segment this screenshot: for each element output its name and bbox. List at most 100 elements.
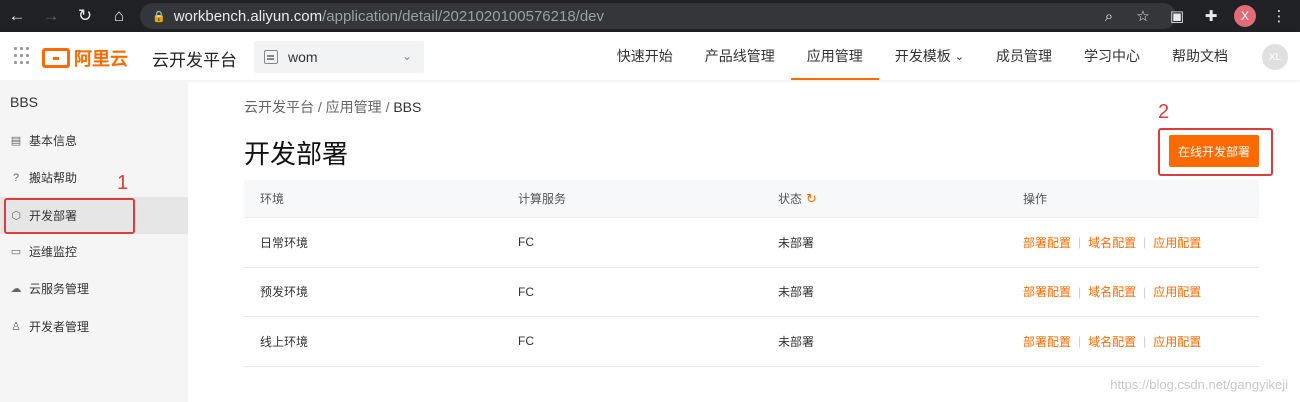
nav-app-management[interactable]: 应用管理 <box>790 32 879 80</box>
sidebar-item-ops-monitor[interactable]: ▭ 运维监控 <box>0 233 188 270</box>
action-separator: | <box>1143 284 1147 299</box>
browser-toolbar: ← → ↻ ⌂ 🔒 workbench.aliyun.com/applicati… <box>0 0 1300 32</box>
nav-dev-templates-label: 开发模板 <box>894 48 951 64</box>
table-row: 日常环境 FC 未部署 部署配置 | 域名配置 | 应用配置 <box>244 218 1259 268</box>
annotation-number-2: 2 <box>1158 101 1170 123</box>
user-avatar[interactable]: XL <box>1262 44 1288 70</box>
sidebar-item-label: 运维监控 <box>29 245 78 259</box>
nav-help-docs[interactable]: 帮助文档 <box>1156 32 1244 80</box>
help-circle-icon: ? <box>12 171 20 184</box>
deploy-config-link[interactable]: 部署配置 <box>1023 333 1071 350</box>
breadcrumb-item[interactable]: 云开发平台 <box>244 99 314 115</box>
nav-product-line[interactable]: 产品线管理 <box>689 32 791 80</box>
lock-icon: 🔒 <box>152 10 166 23</box>
table-header: 环境 计算服务 状态 ↻ 操作 <box>244 180 1259 218</box>
sidebar-item-label: 基本信息 <box>29 134 78 148</box>
domain-config-link[interactable]: 域名配置 <box>1088 283 1136 300</box>
sidebar-item-developers[interactable]: ♙ 开发者管理 <box>0 308 188 345</box>
cloud-icon: ☁ <box>10 283 22 295</box>
deploy-config-link[interactable]: 部署配置 <box>1023 234 1071 251</box>
url-text: workbench.aliyun.com/application/detail/… <box>173 7 605 25</box>
header-actions: 操作 <box>1023 192 1048 206</box>
document-icon: ▤ <box>10 135 22 147</box>
sidebar-item-cloud-services[interactable]: ☁ 云服务管理 <box>0 270 188 307</box>
cell-env: 预发环境 <box>260 285 309 300</box>
cell-env: 线上环境 <box>260 334 309 349</box>
sidebar-app-title: BBS <box>10 94 39 110</box>
cell-status: 未部署 <box>778 334 815 349</box>
chevron-down-icon: ⌄ <box>401 49 412 63</box>
table-row: 预发环境 FC 未部署 部署配置 | 域名配置 | 应用配置 <box>244 268 1259 317</box>
app-config-link[interactable]: 应用配置 <box>1153 234 1201 251</box>
annotation-box-1 <box>4 198 135 234</box>
breadcrumb-separator: / <box>317 99 322 115</box>
deploy-config-link[interactable]: 部署配置 <box>1023 283 1071 300</box>
logo-text: 阿里云 <box>74 49 128 69</box>
action-separator: | <box>1143 334 1147 349</box>
home-icon[interactable]: ⌂ <box>108 5 130 27</box>
online-dev-deploy-button[interactable]: 在线开发部署 <box>1169 135 1259 167</box>
bookmark-star-icon[interactable]: ☆ <box>1132 5 1154 27</box>
cell-status: 未部署 <box>778 285 815 300</box>
sidebar: BBS ▤ 基本信息 ? 搬站帮助 ⬡ 开发部署 ▭ 运维监控 ☁ 云服务管理 … <box>0 80 188 402</box>
breadcrumb: 云开发平台 / 应用管理 / BBS <box>244 97 421 117</box>
workspace-select[interactable]: wom ⌄ <box>254 41 424 73</box>
cell-service: FC <box>518 235 534 250</box>
nav-dev-templates[interactable]: 开发模板 ⌄ <box>879 32 980 80</box>
action-separator: | <box>1078 235 1082 250</box>
table-row: 线上环境 FC 未部署 部署配置 | 域名配置 | 应用配置 <box>244 317 1259 367</box>
action-separator: | <box>1078 334 1082 349</box>
sidebar-item-basic-info[interactable]: ▤ 基本信息 <box>0 122 188 159</box>
header-status-label: 状态 <box>778 192 803 206</box>
domain-config-link[interactable]: 域名配置 <box>1088 234 1136 251</box>
forward-arrow-icon[interactable]: → <box>40 5 62 27</box>
cell-service: FC <box>518 334 534 349</box>
sidebar-item-label: 云服务管理 <box>29 282 90 296</box>
platform-title: 云开发平台 <box>152 51 237 70</box>
reload-icon[interactable]: ↻ <box>74 5 96 27</box>
cell-actions: 部署配置 | 域名配置 | 应用配置 <box>1023 317 1259 366</box>
cell-service: FC <box>518 284 534 299</box>
environments-table: 环境 计算服务 状态 ↻ 操作 日常环境 FC 未部署 部署配置 | 域名配置 | 应用… <box>244 180 1259 367</box>
nav-learning[interactable]: 学习中心 <box>1068 32 1156 80</box>
nav-members[interactable]: 成员管理 <box>980 32 1068 80</box>
user-icon: ♙ <box>11 321 21 333</box>
cell-env: 日常环境 <box>260 235 309 250</box>
sidebar-item-migration-help[interactable]: ? 搬站帮助 <box>0 159 188 196</box>
breadcrumb-current: BBS <box>393 99 422 115</box>
cell-status: 未部署 <box>778 235 815 250</box>
header-env: 环境 <box>260 192 285 206</box>
breadcrumb-item[interactable]: 应用管理 <box>326 99 382 115</box>
zoom-icon[interactable]: ⌕ <box>1098 5 1120 27</box>
workspace-icon <box>264 50 278 64</box>
app-config-link[interactable]: 应用配置 <box>1153 333 1201 350</box>
breadcrumb-separator: / <box>385 99 390 115</box>
menu-dots-icon[interactable]: ⋮ <box>1268 5 1290 27</box>
sidebar-item-label: 搬站帮助 <box>29 171 78 185</box>
domain-config-link[interactable]: 域名配置 <box>1088 333 1136 350</box>
refresh-icon[interactable]: ↻ <box>806 191 817 207</box>
watermark: https://blog.csdn.net/gangyikeji <box>1110 377 1288 392</box>
back-arrow-icon[interactable]: ← <box>6 5 28 27</box>
workspace-name: wom <box>288 49 318 65</box>
monitor-icon: ▭ <box>10 246 22 258</box>
address-bar[interactable]: 🔒 workbench.aliyun.com/application/detai… <box>140 3 1176 29</box>
app-header: 阿里云 云开发平台 wom ⌄ 快速开始 产品线管理 应用管理 开发模板 ⌄ 成员… <box>0 32 1300 80</box>
cell-actions: 部署配置 | 域名配置 | 应用配置 <box>1023 268 1259 317</box>
aliyun-logo[interactable]: 阿里云 <box>42 45 128 71</box>
action-separator: | <box>1078 284 1082 299</box>
app-config-link[interactable]: 应用配置 <box>1153 283 1201 300</box>
apps-grid-icon[interactable] <box>14 47 32 65</box>
header-compute-service: 计算服务 <box>518 192 567 206</box>
extension-icon[interactable]: ▣ <box>1166 5 1188 27</box>
action-separator: | <box>1143 235 1147 250</box>
cell-actions: 部署配置 | 域名配置 | 应用配置 <box>1023 218 1259 267</box>
puzzle-icon[interactable]: ✚ <box>1200 5 1222 27</box>
annotation-number-1: 1 <box>117 172 129 194</box>
top-nav: 快速开始 产品线管理 应用管理 开发模板 ⌄ 成员管理 学习中心 帮助文档 <box>601 32 1244 80</box>
profile-avatar[interactable]: X <box>1234 5 1256 27</box>
sidebar-item-label: 开发者管理 <box>29 320 90 334</box>
aliyun-logo-icon <box>42 48 70 68</box>
nav-quick-start[interactable]: 快速开始 <box>601 32 689 80</box>
page-title: 开发部署 <box>244 139 349 169</box>
